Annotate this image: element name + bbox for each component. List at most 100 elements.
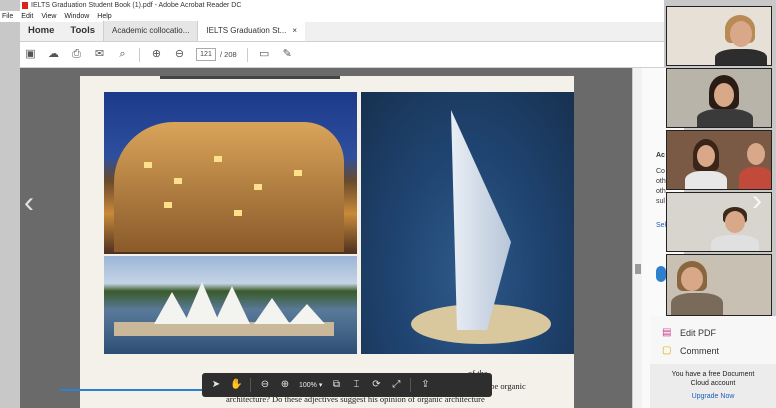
print-icon[interactable]: ⎙: [70, 48, 83, 61]
toolbar-divider: [410, 378, 412, 392]
side-blue-marker: [656, 266, 666, 282]
building-shape: [114, 122, 344, 252]
side-text-fragment: oth: [656, 178, 666, 185]
comment-icon[interactable]: ▭: [258, 48, 271, 61]
toolbar-divider: [246, 47, 248, 62]
zoom-value: 100%: [299, 381, 317, 389]
pdf-app-icon: [22, 2, 28, 9]
zoom-in-icon[interactable]: ⊕: [279, 379, 291, 391]
tab-bar: Home Tools Academic collocatio... IELTS …: [20, 21, 664, 42]
comment-tool[interactable]: ▢ Comment: [650, 342, 776, 360]
video-tile-1[interactable]: [666, 6, 772, 66]
participant-body: [715, 49, 767, 65]
tab-label: IELTS Graduation St...: [206, 26, 287, 35]
page-number-input[interactable]: 121: [196, 48, 216, 61]
free-account-box: You have a free Document Cloud account U…: [650, 364, 776, 408]
toolbar-divider: [250, 378, 251, 392]
upgrade-now-link[interactable]: Upgrade Now: [650, 392, 776, 401]
side-heading-fragment: Ac: [656, 152, 665, 159]
free-account-line-2: Cloud account: [690, 380, 736, 387]
pen-icon[interactable]: ✎: [281, 48, 294, 61]
tab-tools[interactable]: Tools: [62, 21, 103, 41]
page-down-icon[interactable]: ⊖: [173, 48, 186, 61]
comment-tool-label: Comment: [680, 346, 720, 356]
zoom-level[interactable]: 100% ▾: [299, 381, 323, 390]
window-light: [294, 170, 302, 176]
rotate-icon[interactable]: ⟳: [370, 379, 382, 391]
toolbar-divider: [139, 47, 140, 62]
photo-casa-mila: [104, 92, 357, 254]
prev-slide-arrow-icon[interactable]: ‹: [24, 188, 34, 218]
opera-shell: [214, 286, 250, 324]
zoom-caret-icon: ▾: [318, 382, 323, 389]
close-tab-icon[interactable]: ×: [292, 21, 297, 41]
participant-body: [697, 109, 753, 127]
window-title: IELTS Graduation Student Book (1).pdf - …: [31, 2, 242, 9]
window-light: [144, 162, 152, 168]
side-text-fragment: Co: [656, 168, 665, 175]
photo-sydney-opera-house: [104, 256, 357, 354]
main-toolbar: ▣ ☁ ⎙ ✉ ⌕ ⊕ ⊖ 121 / 208 ▭ ✎: [20, 42, 664, 68]
next-slide-arrow-icon[interactable]: ›: [752, 186, 762, 216]
participant-face: [681, 267, 703, 291]
window-light: [164, 202, 172, 208]
page-navigator: 121 / 208: [196, 48, 237, 61]
window-light: [214, 156, 222, 162]
floating-toolbar: ➤ ✋ ⊖ ⊕ 100% ▾ ⧉ ⌶ ⟳ ⤢ ⇪: [202, 373, 492, 397]
pdf-page: of the scribe organic architecture? Do t…: [80, 76, 574, 408]
opera-base: [114, 322, 334, 336]
participant-face: [697, 145, 715, 167]
share-icon[interactable]: ⇪: [419, 379, 431, 391]
opera-shell: [289, 304, 325, 324]
participant-body: [685, 171, 727, 189]
participant-body: [671, 293, 723, 315]
edit-pdf-label: Edit PDF: [680, 328, 717, 338]
tab-ielts-graduation[interactable]: IELTS Graduation St... ×: [197, 21, 305, 41]
side-link-fragment[interactable]: Sel: [656, 222, 666, 229]
window-light: [174, 178, 182, 184]
search-icon[interactable]: ⌕: [116, 48, 129, 61]
upload-cloud-icon[interactable]: ☁: [47, 48, 60, 61]
copy-icon[interactable]: ⧉: [330, 379, 342, 391]
participant-face: [730, 21, 752, 47]
video-tile-3[interactable]: [666, 130, 772, 190]
save-icon[interactable]: ▣: [24, 48, 37, 61]
side-text-fragment: sul: [656, 198, 665, 205]
participant-face: [714, 83, 734, 107]
tab-label: Academic collocatio...: [112, 26, 190, 35]
menu-file[interactable]: File: [2, 11, 13, 22]
tower-shape: [451, 110, 511, 330]
fullscreen-icon[interactable]: ⤢: [390, 379, 402, 391]
acrobat-window: IELTS Graduation Student Book (1).pdf - …: [0, 0, 684, 408]
edit-pdf-tool[interactable]: ▤ Edit PDF: [650, 324, 776, 342]
mail-icon[interactable]: ✉: [93, 48, 106, 61]
scroll-thumb[interactable]: [635, 264, 641, 274]
screen: IELTS Graduation Student Book (1).pdf - …: [0, 0, 776, 408]
side-text-fragment: oth: [656, 188, 666, 195]
video-tile-5[interactable]: [666, 254, 772, 316]
page-up-icon[interactable]: ⊕: [150, 48, 163, 61]
participant-body: [711, 235, 759, 251]
participant-face: [725, 211, 745, 233]
opera-shell: [254, 298, 290, 324]
window-light: [234, 210, 242, 216]
tab-home[interactable]: Home: [20, 21, 62, 41]
fit-page-icon[interactable]: ⌶: [350, 379, 362, 391]
photo-burj-al-arab: [361, 92, 574, 354]
pointer-tool-icon[interactable]: ➤: [210, 379, 222, 391]
hand-tool-icon[interactable]: ✋: [230, 379, 242, 391]
tab-academic-collocations[interactable]: Academic collocatio...: [103, 21, 198, 41]
edit-pdf-icon: ▤: [662, 327, 672, 338]
free-account-line-1: You have a free Document: [671, 371, 755, 378]
zoom-out-icon[interactable]: ⊖: [259, 379, 271, 391]
title-bar: IELTS Graduation Student Book (1).pdf - …: [20, 0, 664, 11]
page-top-rule: [160, 76, 340, 79]
video-tile-2[interactable]: [666, 68, 772, 128]
page-total: / 208: [220, 50, 237, 59]
tools-panel-bottom: ▤ Edit PDF ▢ Comment You have a free Doc…: [650, 316, 776, 408]
window-light: [254, 184, 262, 190]
document-viewport[interactable]: of the scribe organic architecture? Do t…: [20, 68, 632, 408]
comment-tool-icon: ▢: [662, 345, 672, 356]
participant-face: [747, 143, 765, 165]
vertical-scrollbar[interactable]: [632, 68, 642, 408]
